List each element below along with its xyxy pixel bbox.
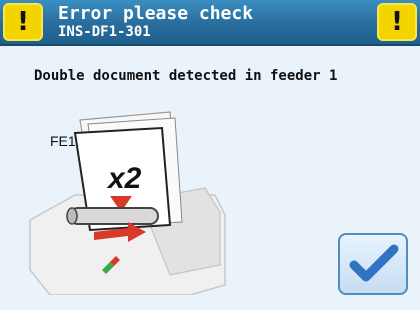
error-title: Error please check — [58, 3, 254, 24]
feeder-label: FE1 — [50, 133, 76, 149]
roller-end — [66, 207, 78, 225]
error-dialog: ! Error please check INS-DF1-301 ! Doubl… — [0, 0, 420, 310]
warning-icon: ! — [3, 3, 43, 41]
warning-icon: ! — [377, 3, 417, 41]
dialog-header: ! Error please check INS-DF1-301 ! — [0, 0, 420, 46]
feeder-illustration: FE1 x2 — [29, 111, 226, 295]
checkmark-icon — [349, 244, 399, 282]
feeder-roller — [69, 207, 159, 225]
error-message: Double document detected in feeder 1 — [34, 68, 338, 84]
count-label: x2 — [106, 162, 142, 195]
error-code: INS-DF1-301 — [58, 24, 151, 40]
confirm-button[interactable] — [338, 233, 408, 295]
